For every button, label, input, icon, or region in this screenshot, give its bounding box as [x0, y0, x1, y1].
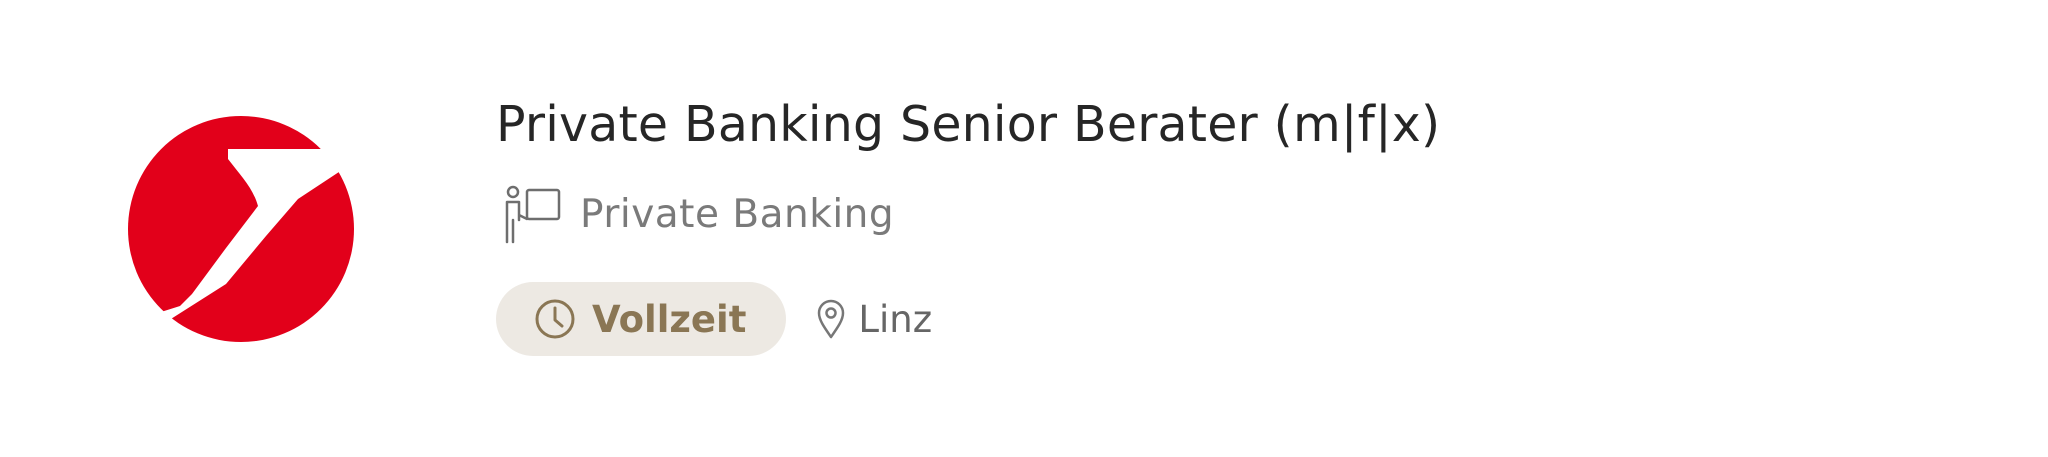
employment-type-label: Vollzeit	[592, 297, 747, 341]
location-row: Linz	[816, 298, 932, 341]
clock-icon	[535, 299, 575, 339]
job-details: Private Banking Senior Berater (m|f|x) P…	[496, 0, 1896, 457]
map-pin-icon	[818, 299, 845, 339]
department-row: Private Banking	[496, 184, 894, 244]
job-meta-row: Vollzeit Linz	[496, 282, 932, 356]
presenter-board-icon	[505, 185, 561, 244]
job-title[interactable]: Private Banking Senior Berater (m|f|x)	[496, 100, 1440, 149]
job-card[interactable]: Private Banking Senior Berater (m|f|x) P…	[0, 0, 2048, 457]
location-label: Linz	[858, 297, 933, 341]
unicredit-logo	[128, 116, 354, 342]
employment-type-badge: Vollzeit	[496, 282, 787, 356]
department-label: Private Banking	[580, 191, 895, 237]
